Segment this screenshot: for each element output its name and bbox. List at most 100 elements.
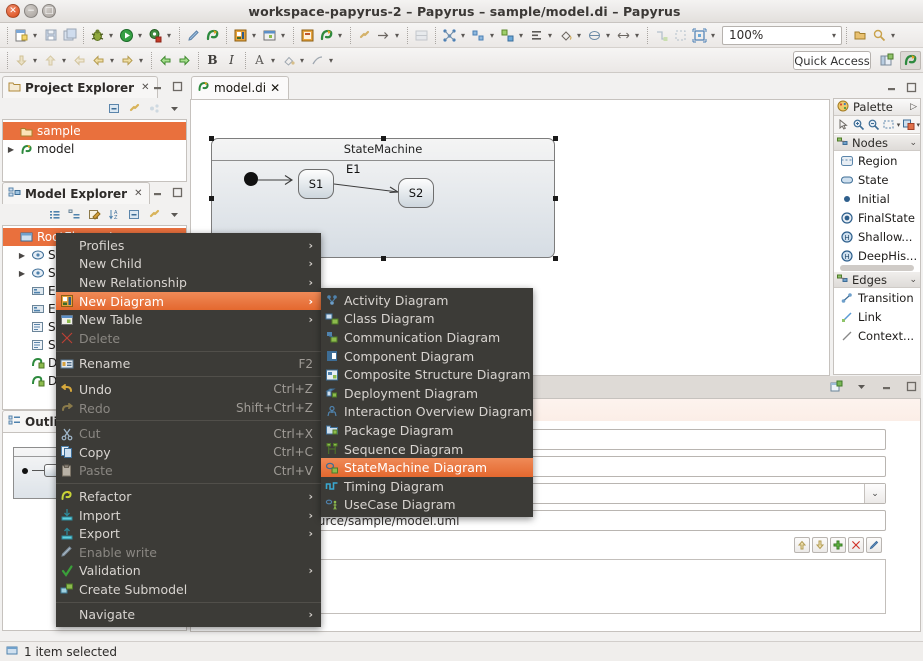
minimize-icon[interactable] bbox=[151, 80, 164, 93]
menu-item-usecase-diagram[interactable]: UseCase Diagram bbox=[321, 496, 533, 515]
view-menu-icon[interactable] bbox=[855, 380, 868, 393]
chevron-down-icon[interactable]: ▾ bbox=[135, 27, 145, 44]
tree-view-icon[interactable] bbox=[67, 207, 82, 222]
initial-state-node[interactable] bbox=[244, 172, 258, 186]
menu-item-package-diagram[interactable]: Package Diagram bbox=[321, 421, 533, 440]
back-button[interactable]: ▾ bbox=[89, 50, 118, 71]
menu-item-composite-structure-diagram[interactable]: Composite Structure Diagram bbox=[321, 365, 533, 384]
state-node-s1[interactable]: S1 bbox=[298, 169, 334, 199]
collapse-icon[interactable]: ⌄ bbox=[909, 138, 917, 148]
menu-item-create-submodel[interactable]: Create Submodel bbox=[56, 580, 321, 599]
papyrus-perspective-icon[interactable] bbox=[900, 51, 921, 70]
quick-access-input[interactable]: Quick Access bbox=[793, 51, 871, 70]
move-up-button[interactable] bbox=[794, 537, 810, 553]
chevron-down-icon[interactable]: ▾ bbox=[249, 27, 259, 44]
resize-handle[interactable] bbox=[381, 256, 386, 261]
distribute-button[interactable]: ▾ bbox=[498, 25, 527, 46]
debug-button[interactable]: ▾ bbox=[88, 25, 117, 46]
zoom-level-combo[interactable]: 100% ▾ bbox=[722, 25, 842, 45]
resize-handle[interactable] bbox=[209, 136, 214, 141]
add-button[interactable] bbox=[830, 537, 846, 553]
align-button[interactable]: ▾ bbox=[469, 25, 498, 46]
forward-button[interactable]: ▾ bbox=[118, 50, 147, 71]
line-style-button[interactable]: ▾ bbox=[308, 50, 337, 71]
grid-button[interactable] bbox=[412, 25, 431, 46]
resize-handle[interactable] bbox=[553, 196, 558, 201]
chevron-down-icon[interactable]: ▾ bbox=[30, 27, 40, 44]
menu-item-new-diagram[interactable]: New Diagram › bbox=[56, 291, 321, 311]
new-table-toolbar-button[interactable]: ▾ bbox=[260, 25, 289, 46]
chevron-down-icon[interactable]: ▾ bbox=[30, 52, 40, 69]
palette-item[interactable]: Transition bbox=[834, 288, 920, 307]
close-icon[interactable]: ✕ bbox=[141, 82, 149, 93]
menu-item-new-relationship[interactable]: New Relationship › bbox=[56, 273, 321, 292]
tab-model-di[interactable]: model.di ✕ bbox=[191, 76, 290, 99]
layout-button[interactable]: ▾ bbox=[440, 25, 469, 46]
expander-icon[interactable]: ▶ bbox=[17, 251, 27, 260]
resize-button[interactable]: ▾ bbox=[614, 25, 643, 46]
palette-item[interactable]: H Shallow... bbox=[834, 227, 920, 246]
link-with-editor-icon[interactable] bbox=[147, 207, 162, 222]
text-align-button[interactable]: ▾ bbox=[527, 25, 556, 46]
chevron-down-icon[interactable]: ▾ bbox=[297, 52, 307, 69]
chevron-down-icon[interactable]: ▾ bbox=[603, 27, 613, 44]
menu-item-activity-diagram[interactable]: Activity Diagram bbox=[321, 291, 533, 310]
menu-item-new-table[interactable]: New Table › bbox=[56, 310, 321, 329]
zoom-fit-button[interactable]: ▾ bbox=[690, 25, 719, 46]
transition-arrow-e1[interactable] bbox=[334, 177, 404, 199]
run-button[interactable]: ▾ bbox=[117, 25, 146, 46]
minimize-icon[interactable] bbox=[151, 186, 164, 199]
new-diagram-toolbar-button[interactable]: ▾ bbox=[231, 25, 260, 46]
bold-button[interactable]: B bbox=[203, 50, 222, 71]
papyrus-button[interactable] bbox=[203, 25, 222, 46]
chevron-down-icon[interactable]: ▾ bbox=[136, 52, 146, 69]
maximize-icon[interactable] bbox=[171, 186, 184, 199]
palette-item[interactable]: State bbox=[834, 170, 920, 189]
close-icon[interactable]: ✕ bbox=[6, 4, 20, 18]
maximize-icon[interactable] bbox=[905, 380, 918, 393]
palette-item[interactable]: H DeepHis... bbox=[834, 246, 920, 265]
chevron-down-icon[interactable]: ▾ bbox=[516, 27, 526, 44]
menu-item-undo[interactable]: Undo Ctrl+Z bbox=[56, 380, 321, 399]
view-menu-icon[interactable] bbox=[167, 207, 182, 222]
menu-item-sequence-diagram[interactable]: Sequence Diagram bbox=[321, 440, 533, 459]
maximize-icon[interactable] bbox=[171, 80, 184, 93]
marquee-tool-icon[interactable] bbox=[882, 117, 896, 132]
menu-item-export[interactable]: Export › bbox=[56, 524, 321, 543]
open-perspective-icon[interactable] bbox=[876, 51, 897, 70]
palette-item[interactable]: Context... bbox=[834, 326, 920, 345]
palette-item[interactable]: FinalState bbox=[834, 208, 920, 227]
zoom-in-tool-icon[interactable] bbox=[851, 117, 865, 132]
maximize-icon[interactable] bbox=[905, 81, 918, 94]
collapse-all-icon[interactable] bbox=[107, 101, 122, 116]
menu-item-timing-diagram[interactable]: Timing Diagram bbox=[321, 477, 533, 496]
menu-item-refactor[interactable]: Refactor › bbox=[56, 487, 321, 506]
collapse-icon[interactable]: ▷ bbox=[910, 102, 917, 112]
palette-item[interactable]: Initial bbox=[834, 189, 920, 208]
close-icon[interactable]: ✕ bbox=[270, 81, 280, 95]
fill-color-button[interactable]: ▾ bbox=[556, 25, 585, 46]
shape-style-button[interactable]: ▾ bbox=[585, 25, 614, 46]
chevron-down-icon[interactable]: ▾ bbox=[59, 52, 69, 69]
collapse-icon[interactable]: ⌄ bbox=[909, 275, 917, 285]
arrow-tool-button[interactable]: ▾ bbox=[374, 25, 403, 46]
undo-toolbar-button[interactable] bbox=[156, 50, 175, 71]
palette-body[interactable]: Palette ▷ ▾ ▾ Nodes ⌄ Region State Initi… bbox=[833, 98, 921, 375]
create-model-button[interactable] bbox=[298, 25, 317, 46]
minimize-icon[interactable] bbox=[885, 81, 898, 94]
resize-handle[interactable] bbox=[381, 136, 386, 141]
chevron-down-icon[interactable]: ⌄ bbox=[864, 484, 885, 503]
menu-item-navigate[interactable]: Navigate › bbox=[56, 606, 321, 625]
chevron-down-icon[interactable]: ▾ bbox=[268, 52, 278, 69]
menu-item-validation[interactable]: Validation › bbox=[56, 562, 321, 581]
chevron-down-icon[interactable]: ▾ bbox=[632, 27, 642, 44]
new-button[interactable]: ▾ bbox=[12, 25, 41, 46]
tab-model-explorer[interactable]: Model Explorer ✕ bbox=[2, 182, 151, 204]
profile-button[interactable]: ▾ bbox=[146, 25, 175, 46]
search-button[interactable]: ▾ bbox=[870, 25, 899, 46]
save-all-button[interactable] bbox=[60, 25, 79, 46]
move-down-toolbar-button[interactable]: ▾ bbox=[12, 50, 41, 71]
context-menu[interactable]: Profiles › New Child › New Relationship › New … bbox=[56, 233, 321, 628]
chevron-down-icon[interactable]: ▾ bbox=[487, 27, 497, 44]
link-tool-button[interactable] bbox=[355, 25, 374, 46]
